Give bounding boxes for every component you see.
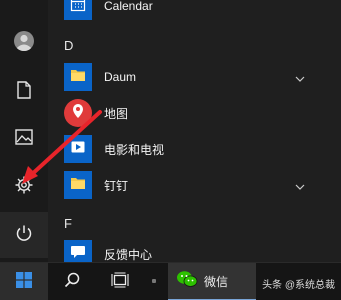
chevron-down-icon[interactable] [295, 177, 305, 195]
maps-tile [64, 99, 92, 127]
power-icon [15, 224, 33, 247]
app-dingtalk[interactable]: 钉钉 [64, 167, 341, 203]
app-label: 电影和电视 [104, 142, 165, 157]
document-icon [16, 80, 32, 104]
settings-button[interactable] [0, 164, 48, 210]
gear-icon [14, 175, 34, 200]
app-label: Daum [104, 70, 137, 84]
app-label: 钉钉 [104, 178, 129, 193]
app-calendar[interactable]: Calendar [64, 0, 341, 24]
movies-tv-tile [64, 135, 92, 163]
feedback-hub-tile [64, 240, 92, 262]
section-letter-d[interactable]: D [64, 38, 73, 53]
dingtalk-tile [64, 171, 92, 199]
taskbar-divider [152, 279, 156, 283]
app-list: Calendar D Daum 地图 电影和电视 钉钉 F 反馈中心 [48, 0, 341, 262]
search-icon [64, 272, 80, 293]
start-rail [0, 0, 48, 262]
start-button[interactable] [0, 263, 48, 300]
pictures-icon [15, 128, 33, 150]
app-daum[interactable]: Daum [64, 59, 341, 95]
power-button[interactable] [0, 212, 48, 258]
chevron-down-icon[interactable] [295, 69, 305, 87]
map-pin-icon [71, 103, 85, 124]
play-icon [71, 140, 85, 159]
daum-tile [64, 63, 92, 91]
user-account-button[interactable] [0, 20, 48, 66]
calendar-tile [64, 0, 92, 20]
app-movies-tv[interactable]: 电影和电视 [64, 131, 341, 167]
wechat-icon [176, 270, 198, 293]
app-label: 地图 [104, 106, 129, 121]
pictures-button[interactable] [0, 116, 48, 162]
task-view-button[interactable] [96, 263, 144, 300]
app-label: 反馈中心 [104, 247, 153, 262]
avatar [13, 30, 35, 57]
feedback-icon [70, 245, 86, 263]
windows-logo-icon [16, 271, 32, 293]
wechat-label: 微信 [204, 274, 229, 289]
wechat-taskbar-button[interactable]: 微信 [168, 263, 256, 300]
app-label: Calendar [104, 0, 153, 13]
watermark: 头条 @系统总裁 [262, 280, 335, 291]
folder-icon [70, 176, 86, 195]
search-button[interactable] [48, 263, 96, 300]
app-feedback-hub[interactable]: 反馈中心 [64, 236, 341, 262]
folder-icon [70, 68, 86, 87]
start-menu: Calendar D Daum 地图 电影和电视 钉钉 F 反馈中心 [0, 0, 341, 262]
app-maps[interactable]: 地图 [64, 95, 341, 131]
taskbar: 微信 头条 @系统总裁 [0, 262, 341, 300]
task-view-icon [111, 271, 129, 293]
calendar-icon [70, 0, 86, 17]
section-letter-f[interactable]: F [64, 216, 72, 231]
documents-button[interactable] [0, 69, 48, 115]
